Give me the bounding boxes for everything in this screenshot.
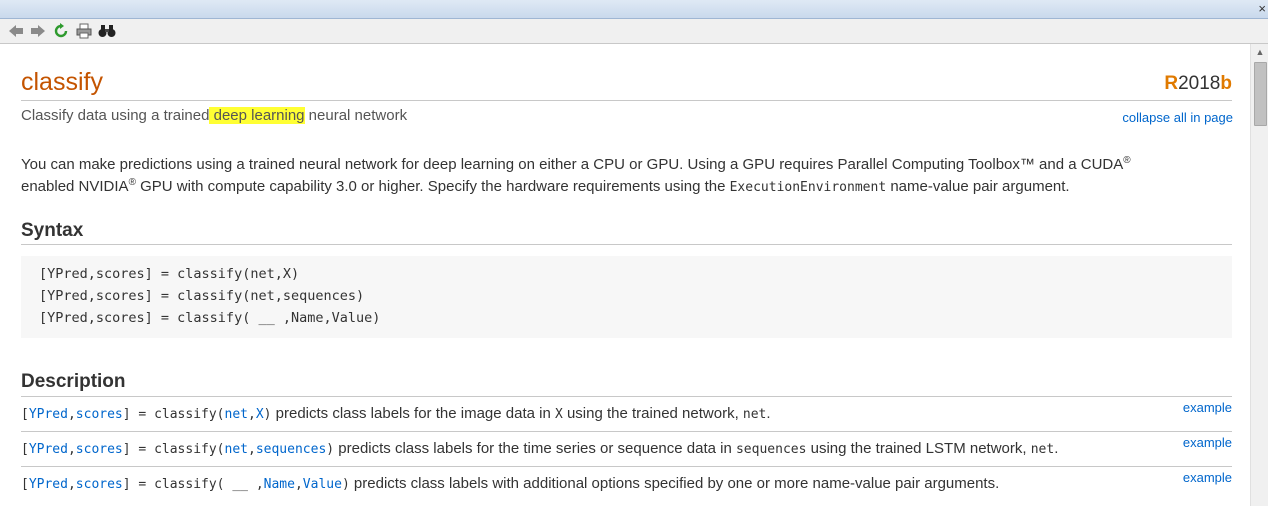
- scroll-up-icon[interactable]: ▲: [1251, 44, 1269, 60]
- code-punct: ,: [248, 442, 256, 457]
- intro-paragraph: You can make predictions using a trained…: [21, 154, 1236, 199]
- description-text: predicts class labels for the image data…: [271, 405, 555, 422]
- code-punct: ): [341, 477, 350, 492]
- syntax-line: [YPred,scores] = classify(net,X): [39, 266, 300, 282]
- intro-text-3: GPU with compute capability 3.0 or highe…: [135, 178, 730, 195]
- code-call: ] = classify( __ ,: [122, 477, 264, 492]
- code-punct: ,: [67, 407, 76, 422]
- description-text: predicts class labels for the time serie…: [334, 440, 736, 457]
- intro-text-4: name-value pair argument.: [886, 178, 1070, 195]
- release-b: b: [1220, 73, 1232, 94]
- inline-code: sequences: [735, 442, 807, 457]
- description-text: using the trained LSTM network,: [806, 440, 1031, 457]
- code-punct: ,: [294, 477, 303, 492]
- scrollbar-thumb[interactable]: [1254, 62, 1267, 126]
- description-divider-spacer: [21, 394, 1232, 395]
- help-toolbar: [0, 19, 1268, 44]
- window-title-bar: ×: [0, 0, 1272, 19]
- inline-code: net: [1030, 442, 1055, 457]
- example-link[interactable]: example: [1183, 435, 1232, 450]
- value-link[interactable]: Value: [303, 477, 342, 492]
- syntax-line: [YPred,scores] = classify( __ ,Name,Valu…: [39, 310, 381, 326]
- code-punct: ,: [67, 477, 76, 492]
- purpose-text-end: neural network: [304, 107, 408, 124]
- description-heading: Description: [21, 371, 126, 392]
- example-link[interactable]: example: [1183, 400, 1232, 415]
- intro-code: ExecutionEnvironment: [729, 180, 887, 195]
- ypred-link[interactable]: YPred: [29, 442, 68, 457]
- release-badge: R2018b: [1164, 73, 1232, 95]
- release-r: R: [1164, 73, 1179, 94]
- search-highlight: deep learning: [209, 107, 305, 124]
- find-binoculars-icon[interactable]: [98, 22, 116, 40]
- code-punct: ): [326, 442, 335, 457]
- window-edge: [1268, 0, 1272, 506]
- refresh-icon[interactable]: [52, 22, 70, 40]
- registered-mark: ®: [128, 177, 136, 188]
- code-call: ] = classify(: [122, 442, 225, 457]
- ypred-link[interactable]: YPred: [29, 477, 68, 492]
- inline-code: net: [742, 407, 767, 422]
- code-punct: ,: [248, 407, 256, 422]
- scores-link[interactable]: scores: [76, 477, 123, 492]
- close-icon[interactable]: ×: [1258, 1, 1266, 17]
- intro-text-2: enabled NVIDIA: [21, 178, 129, 195]
- net-link[interactable]: net: [225, 407, 248, 422]
- sequences-link[interactable]: sequences: [256, 442, 326, 457]
- title-divider: [21, 100, 1232, 101]
- back-arrow-icon[interactable]: [7, 22, 25, 40]
- inline-code: X: [554, 407, 563, 422]
- description-row: [YPred,scores] = classify(net,sequences)…: [21, 431, 1232, 467]
- code-punct: [: [21, 477, 29, 492]
- help-content: classify R2018b Classify data using a tr…: [0, 44, 1250, 506]
- example-link[interactable]: example: [1183, 470, 1232, 485]
- collapse-all-link[interactable]: collapse all in page: [1122, 110, 1233, 125]
- intro-text-1: You can make predictions using a trained…: [21, 156, 1124, 173]
- code-punct: ,: [67, 442, 76, 457]
- description-text: predicts class labels with additional op…: [349, 475, 1000, 492]
- description-text: using the trained network,: [562, 405, 743, 422]
- purpose-text: Classify data using a trained: [21, 107, 210, 124]
- code-punct: [: [21, 407, 29, 422]
- purpose-line: Classify data using a trained deep learn…: [21, 107, 407, 124]
- description-text: .: [766, 405, 771, 422]
- syntax-block: [YPred,scores] = classify(net,X) [YPred,…: [21, 256, 1232, 338]
- code-punct: [: [21, 442, 29, 457]
- syntax-line: [YPred,scores] = classify(net,sequences): [39, 288, 365, 304]
- page-title: classify: [21, 68, 103, 96]
- forward-arrow-icon[interactable]: [29, 22, 47, 40]
- registered-mark: ®: [1123, 155, 1131, 166]
- syntax-divider: [21, 244, 1232, 245]
- description-row: [YPred,scores] = classify( __ ,Name,Valu…: [21, 466, 1232, 502]
- code-call: ] = classify(: [122, 407, 225, 422]
- print-icon[interactable]: [75, 22, 93, 40]
- ypred-link[interactable]: YPred: [29, 407, 68, 422]
- release-year: 2018: [1178, 73, 1221, 94]
- net-link[interactable]: net: [225, 442, 248, 457]
- x-link[interactable]: X: [256, 407, 264, 422]
- description-row: [YPred,scores] = classify(net,X) predict…: [21, 396, 1232, 432]
- description-text: .: [1054, 440, 1059, 457]
- name-link[interactable]: Name: [264, 477, 295, 492]
- syntax-heading: Syntax: [21, 220, 84, 241]
- scores-link[interactable]: scores: [76, 442, 123, 457]
- scores-link[interactable]: scores: [76, 407, 123, 422]
- vertical-scrollbar[interactable]: ▲: [1250, 44, 1269, 506]
